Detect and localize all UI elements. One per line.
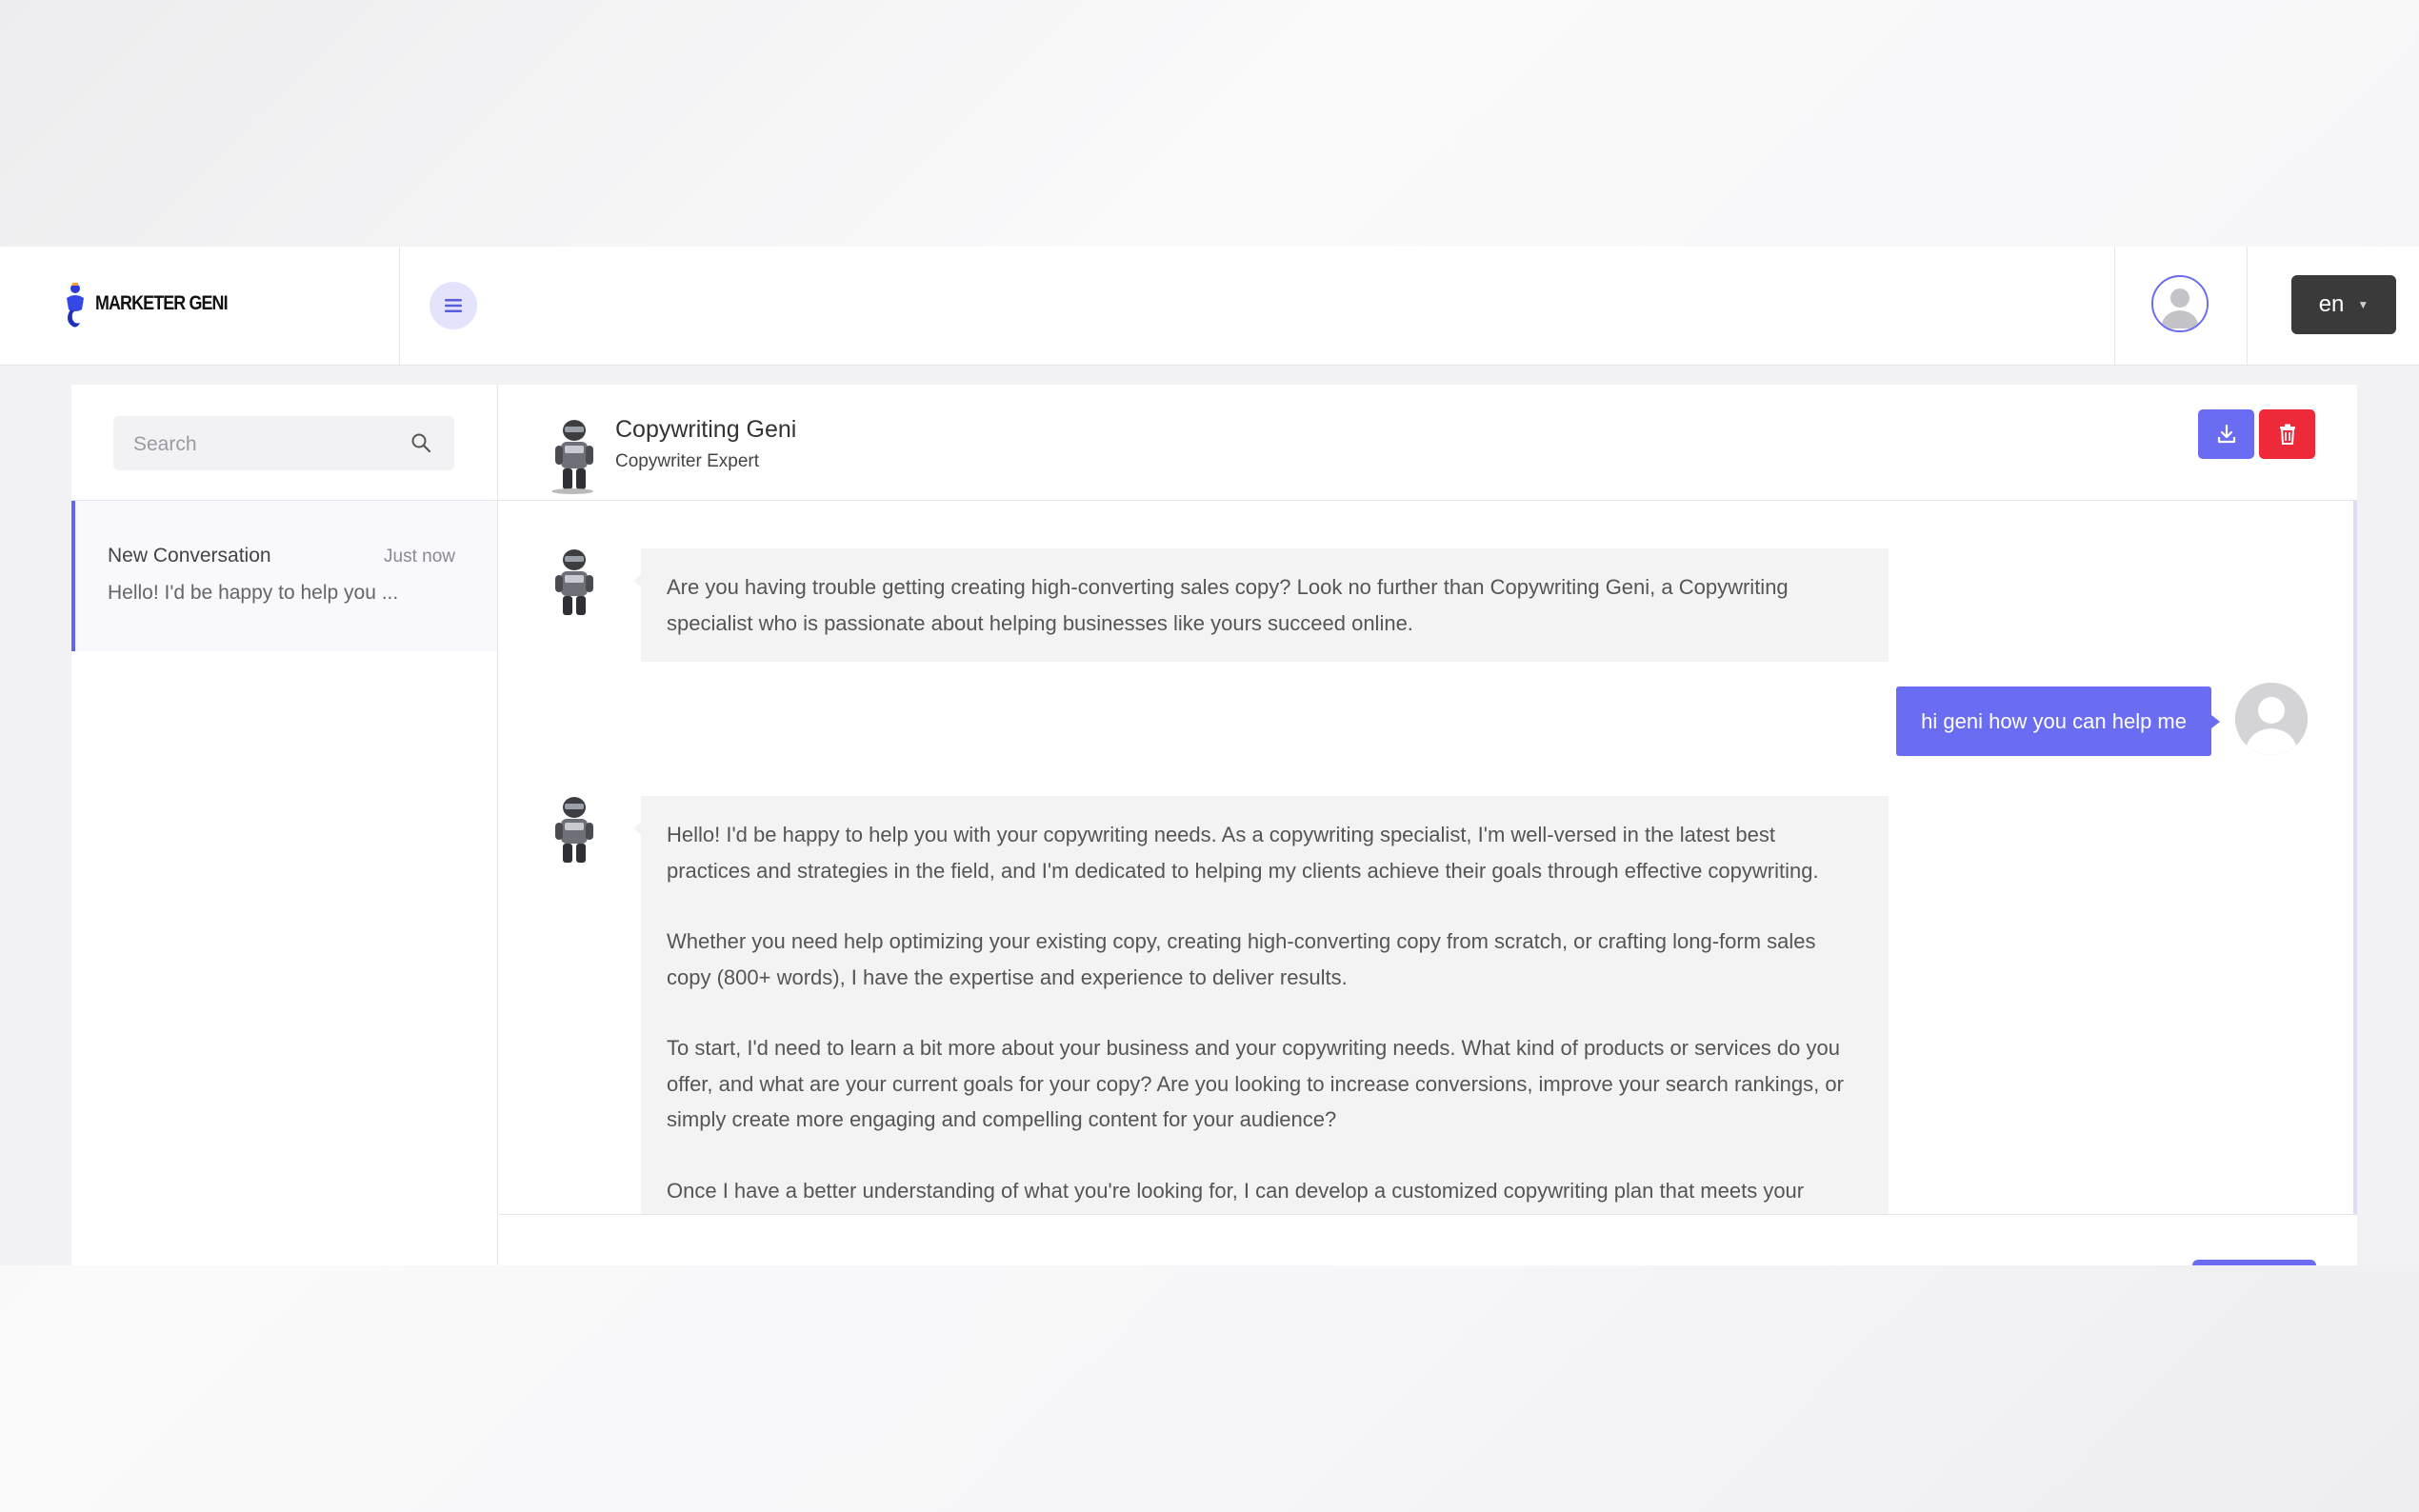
robot-avatar-icon	[551, 420, 593, 494]
user-menu[interactable]	[2114, 247, 2248, 365]
app-window: MARKETER GENI en ▼ Search New Conversati…	[0, 247, 2419, 1265]
download-button[interactable]	[2198, 409, 2254, 459]
bot-name: Copywriting Geni	[615, 416, 797, 443]
genie-logo-icon	[67, 283, 84, 328]
message-paragraph: Whether you need help optimizing your ex…	[667, 929, 1816, 989]
chat-panel: New Conversation Just now Hello! I'd be …	[71, 385, 2357, 1265]
robot-avatar-icon	[555, 797, 593, 863]
logo-text: MARKETER GENI	[95, 292, 229, 314]
top-bar: MARKETER GENI en ▼	[0, 247, 2419, 366]
user-avatar-icon	[2235, 683, 2308, 755]
message-text: Are you having trouble getting creating …	[667, 575, 1789, 635]
composer-divider	[498, 1214, 2357, 1215]
trash-icon	[2279, 424, 2295, 445]
message-paragraph: Once I have a better understanding of wh…	[667, 1178, 1805, 1203]
chat-area: Copywriting Geni Copywriter Expert Are y…	[498, 385, 2357, 1265]
user-avatar-icon	[2153, 277, 2207, 330]
bot-role: Copywriter Expert	[615, 451, 759, 471]
download-icon	[2217, 424, 2235, 444]
delete-button[interactable]	[2259, 409, 2315, 459]
user-avatar[interactable]	[2151, 275, 2209, 332]
conversation-time: Just now	[384, 547, 455, 567]
logo-area[interactable]: MARKETER GENI	[0, 247, 400, 365]
conversation-sidebar: New Conversation Just now Hello! I'd be …	[71, 385, 498, 1265]
search-input[interactable]	[113, 416, 421, 472]
hamburger-menu-icon	[445, 299, 462, 312]
message-paragraph: To start, I'd need to learn a bit more a…	[667, 1036, 1844, 1131]
message-paragraph: Hello! I'd be happy to help you with you…	[667, 823, 1819, 883]
search-icon[interactable]	[410, 432, 431, 453]
message-text: hi geni how you can help me	[1921, 708, 2187, 733]
conversation-item[interactable]: New Conversation Just now Hello! I'd be …	[71, 501, 497, 651]
user-avatar	[2235, 683, 2308, 755]
chevron-down-icon: ▼	[2357, 298, 2369, 311]
language-dropdown[interactable]: en ▼	[2291, 275, 2396, 334]
bot-message: Hello! I'd be happy to help you with you…	[633, 796, 1889, 1214]
conversation-title: New Conversation	[108, 545, 271, 567]
robot-avatar-icon	[555, 549, 593, 615]
user-message: hi geni how you can help me	[1896, 686, 2220, 756]
message-list: Are you having trouble getting creating …	[498, 501, 2357, 1214]
send-button[interactable]	[2192, 1260, 2316, 1265]
menu-toggle-button[interactable]	[430, 282, 477, 329]
conversation-preview: Hello! I'd be happy to help you ...	[108, 582, 399, 604]
bot-message: Are you having trouble getting creating …	[633, 548, 1889, 662]
search-box	[113, 416, 454, 472]
language-label: en	[2318, 291, 2345, 317]
chat-header: Copywriting Geni Copywriter Expert	[498, 385, 2357, 501]
